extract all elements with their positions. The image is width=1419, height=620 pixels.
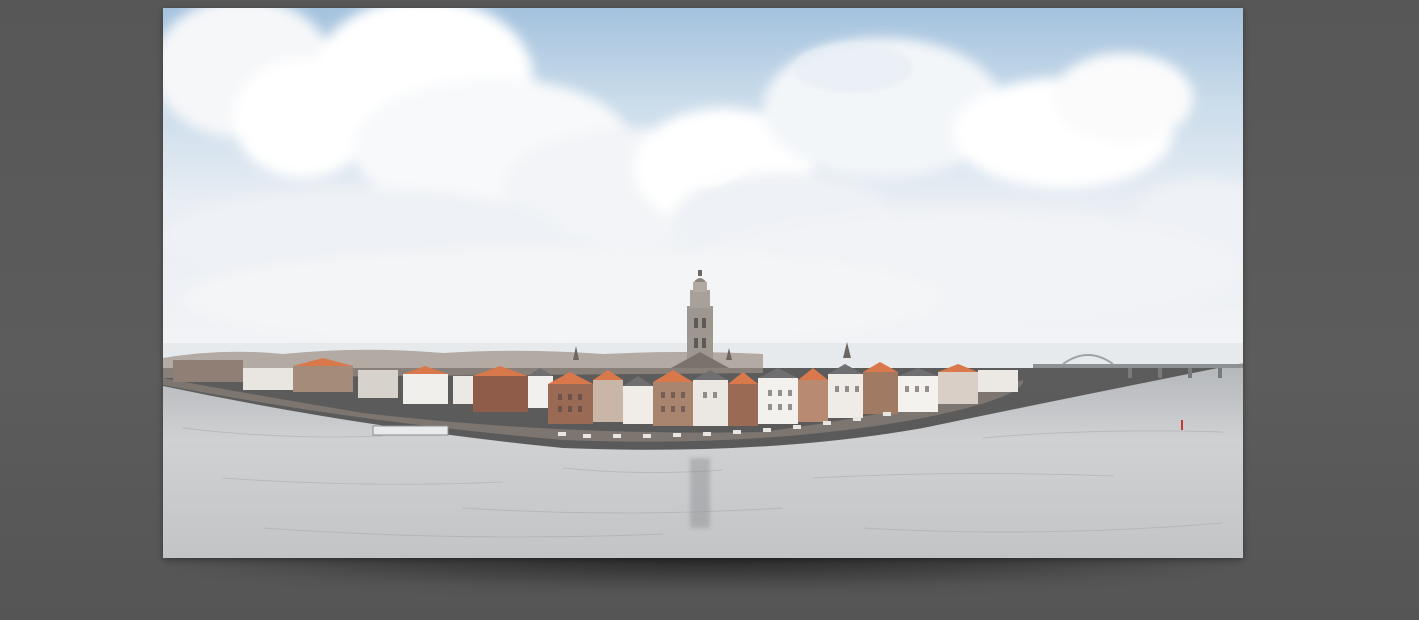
canvas-stage <box>0 0 1419 620</box>
buoy <box>1181 420 1183 430</box>
tower-reflection <box>690 458 710 528</box>
boat <box>372 425 449 436</box>
panorama-photo <box>163 8 1243 558</box>
landscape-photo-icon <box>163 8 1243 558</box>
